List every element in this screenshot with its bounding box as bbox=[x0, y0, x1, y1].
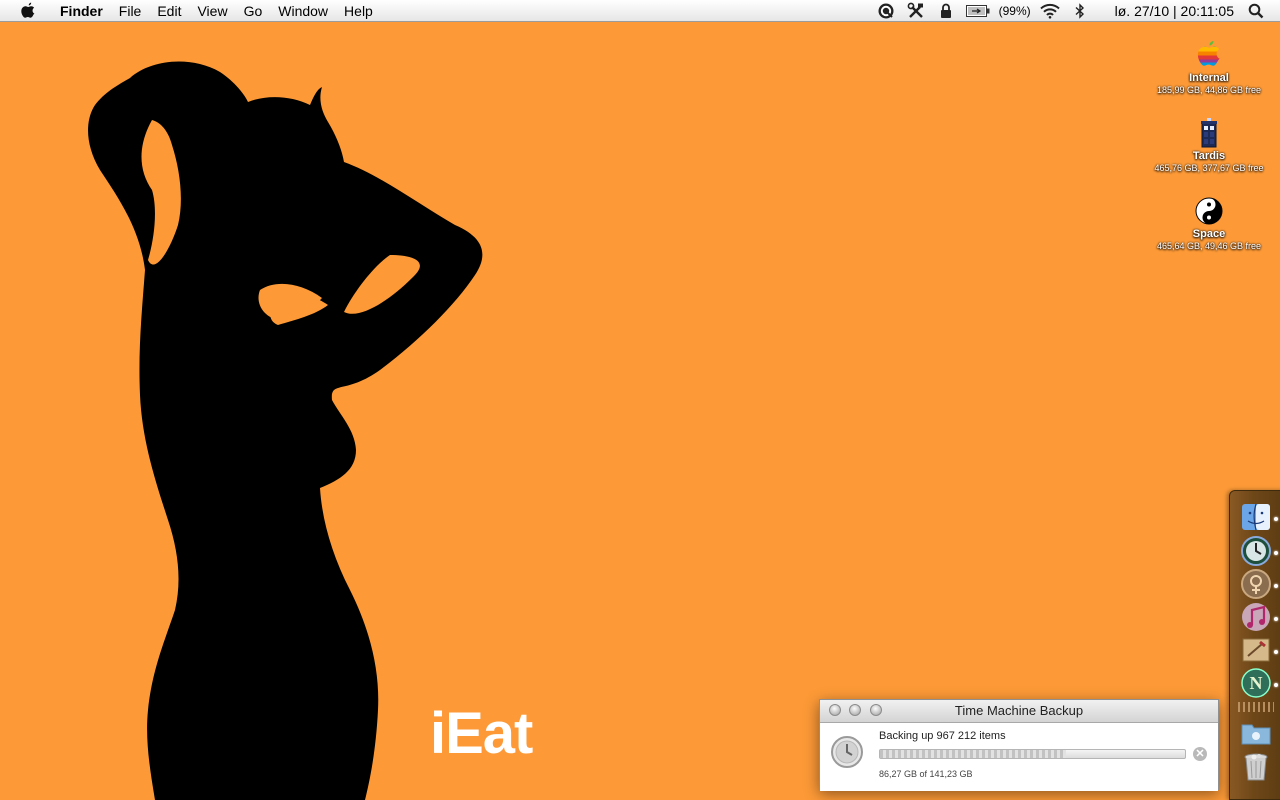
running-indicator bbox=[1274, 683, 1278, 687]
woman-silhouette-wallpaper bbox=[88, 61, 483, 800]
lock-icon[interactable] bbox=[936, 1, 956, 21]
window-title: Time Machine Backup bbox=[954, 703, 1084, 718]
drive-capacity: 465,76 GB, 377,67 GB free bbox=[1154, 163, 1264, 173]
menu-file[interactable]: File bbox=[111, 0, 150, 22]
backup-size-text: 86,27 GB of 141,23 GB bbox=[879, 769, 973, 779]
running-indicator bbox=[1274, 517, 1278, 521]
time-machine-icon[interactable] bbox=[1240, 535, 1272, 567]
menu-edit[interactable]: Edit bbox=[149, 0, 189, 22]
window-titlebar[interactable]: Time Machine Backup bbox=[820, 700, 1218, 723]
backup-progress-fill bbox=[880, 750, 1067, 758]
battery-percent[interactable]: (99%) bbox=[995, 0, 1035, 22]
quicksilver-icon[interactable] bbox=[876, 1, 896, 21]
backup-progress-bar bbox=[879, 749, 1186, 759]
menu-app-finder[interactable]: Finder bbox=[52, 0, 111, 22]
spotlight-icon[interactable] bbox=[1246, 1, 1266, 21]
drive-name: Internal bbox=[1189, 72, 1229, 84]
rainbow-apple-icon bbox=[1194, 40, 1224, 70]
drive-name: Tardis bbox=[1192, 150, 1226, 162]
drive-capacity: 185,99 GB, 44,86 GB free bbox=[1156, 85, 1262, 95]
menu-view[interactable]: View bbox=[189, 0, 235, 22]
running-indicator bbox=[1274, 551, 1278, 555]
running-indicator bbox=[1274, 584, 1278, 588]
tools-icon[interactable] bbox=[906, 1, 926, 21]
window-content: Backing up 967 212 items ✕ 86,27 GB of 1… bbox=[820, 723, 1218, 791]
wifi-icon[interactable] bbox=[1039, 1, 1060, 21]
battery-icon[interactable] bbox=[965, 1, 990, 21]
wallpaper-brand-text: iEat bbox=[430, 701, 533, 766]
apple-menu-icon[interactable] bbox=[18, 1, 38, 21]
time-machine-backup-window: Time Machine Backup Backing up 967 212 i… bbox=[819, 699, 1219, 791]
svg-text:N: N bbox=[1250, 673, 1263, 693]
menu-window[interactable]: Window bbox=[270, 0, 336, 22]
running-indicator bbox=[1274, 650, 1278, 654]
drive-tardis[interactable]: Tardis 465,76 GB, 377,67 GB free bbox=[1144, 118, 1274, 173]
cancel-backup-button[interactable]: ✕ bbox=[1193, 747, 1207, 761]
drive-internal[interactable]: Internal 185,99 GB, 44,86 GB free bbox=[1144, 40, 1274, 95]
running-indicator bbox=[1274, 617, 1278, 621]
yin-yang-icon bbox=[1194, 196, 1224, 226]
itunes-icon[interactable] bbox=[1240, 601, 1272, 633]
police-box-icon bbox=[1194, 118, 1224, 148]
backup-status-text: Backing up 967 212 items bbox=[879, 730, 1006, 742]
adium-icon[interactable] bbox=[1240, 568, 1272, 600]
bluetooth-icon[interactable] bbox=[1070, 1, 1090, 21]
time-machine-clock-icon bbox=[830, 735, 866, 771]
clock[interactable]: lø. 27/10 | 20:11:05 bbox=[1109, 0, 1240, 22]
menu-go[interactable]: Go bbox=[236, 0, 271, 22]
finder-icon[interactable] bbox=[1240, 501, 1272, 533]
drive-space[interactable]: Space 465,64 GB, 49,46 GB free bbox=[1144, 196, 1274, 251]
mail-icon[interactable] bbox=[1240, 634, 1272, 666]
menu-help[interactable]: Help bbox=[336, 0, 381, 22]
dock: N bbox=[1229, 490, 1280, 800]
menu-bar: Finder File Edit View Go Window Help (99… bbox=[0, 0, 1280, 22]
dock-separator bbox=[1238, 702, 1274, 712]
drive-name: Space bbox=[1192, 228, 1226, 240]
downloads-folder-icon[interactable] bbox=[1240, 717, 1272, 749]
drive-capacity: 465,64 GB, 49,46 GB free bbox=[1156, 241, 1262, 251]
nethack-icon[interactable]: N bbox=[1240, 667, 1272, 699]
trash-icon[interactable] bbox=[1240, 751, 1272, 783]
